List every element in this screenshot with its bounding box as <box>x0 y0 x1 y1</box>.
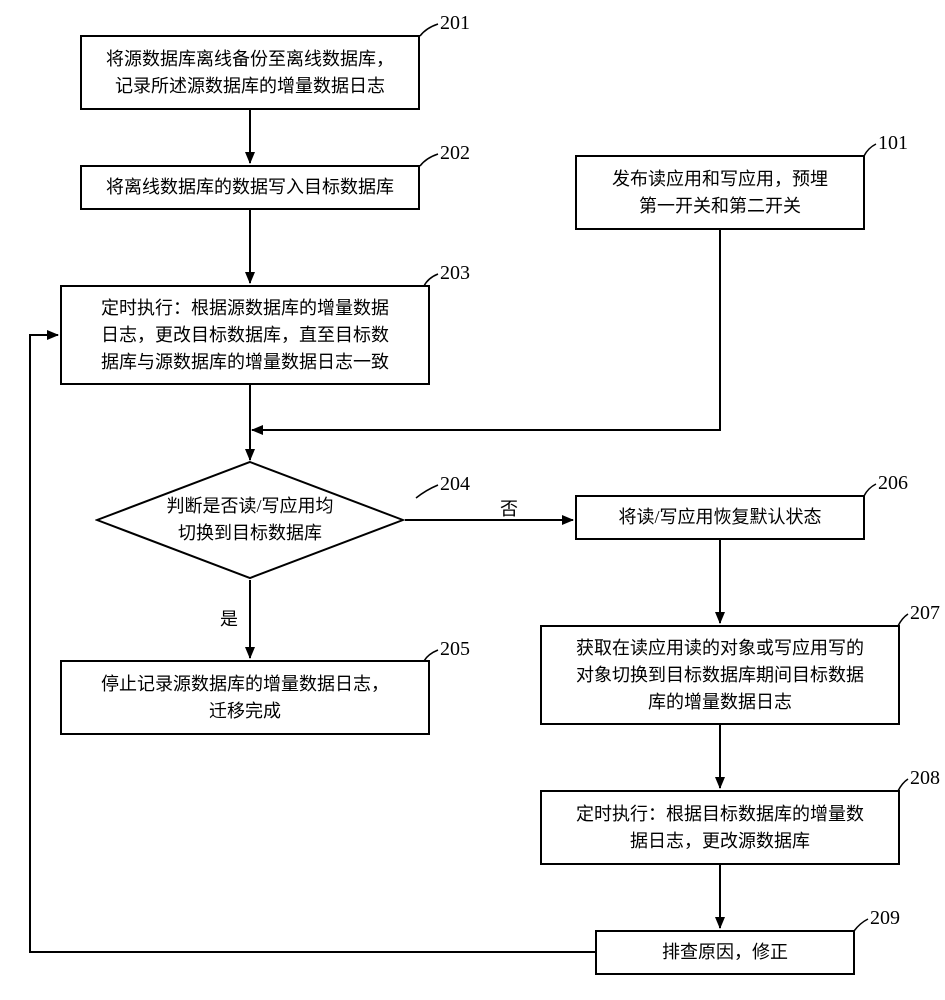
edge-label-no: 否 <box>500 495 518 521</box>
step-203-text: 定时执行：根据源数据库的增量数据日志，更改目标数据库，直至目标数据库与源数据库的… <box>101 295 389 376</box>
step-208-text: 定时执行：根据目标数据库的增量数据日志，更改源数据库 <box>576 801 864 855</box>
step-101: 发布读应用和写应用，预埋第一开关和第二开关 <box>575 155 865 230</box>
step-203: 定时执行：根据源数据库的增量数据日志，更改目标数据库，直至目标数据库与源数据库的… <box>60 285 430 385</box>
step-208: 定时执行：根据目标数据库的增量数据日志，更改源数据库 <box>540 790 900 865</box>
step-205-text: 停止记录源数据库的增量数据日志，迁移完成 <box>101 671 389 725</box>
label-201: 201 <box>440 12 470 35</box>
label-204: 204 <box>440 473 470 496</box>
step-206: 将读/写应用恢复默认状态 <box>575 495 865 540</box>
label-101: 101 <box>878 132 908 155</box>
step-202-text: 将离线数据库的数据写入目标数据库 <box>106 174 394 201</box>
label-205: 205 <box>440 638 470 661</box>
label-208: 208 <box>910 767 940 790</box>
label-207: 207 <box>910 602 940 625</box>
step-207-text: 获取在读应用读的对象或写应用写的对象切换到目标数据库期间目标数据库的增量数据日志 <box>576 635 864 716</box>
step-206-text: 将读/写应用恢复默认状态 <box>619 504 822 531</box>
step-209-text: 排查原因，修正 <box>662 939 788 966</box>
step-201-text: 将源数据库离线备份至离线数据库，记录所述源数据库的增量数据日志 <box>106 46 394 100</box>
step-209: 排查原因，修正 <box>595 930 855 975</box>
step-207: 获取在读应用读的对象或写应用写的对象切换到目标数据库期间目标数据库的增量数据日志 <box>540 625 900 725</box>
label-209: 209 <box>870 907 900 930</box>
edge-label-yes: 是 <box>220 605 238 631</box>
step-205: 停止记录源数据库的增量数据日志，迁移完成 <box>60 660 430 735</box>
decision-204-text: 判断是否读/写应用均切换到目标数据库 <box>166 493 333 547</box>
decision-204: 判断是否读/写应用均切换到目标数据库 <box>95 460 405 580</box>
step-202: 将离线数据库的数据写入目标数据库 <box>80 165 420 210</box>
label-203: 203 <box>440 262 470 285</box>
label-202: 202 <box>440 142 470 165</box>
step-101-text: 发布读应用和写应用，预埋第一开关和第二开关 <box>612 166 828 220</box>
step-201: 将源数据库离线备份至离线数据库，记录所述源数据库的增量数据日志 <box>80 35 420 110</box>
label-206: 206 <box>878 472 908 495</box>
